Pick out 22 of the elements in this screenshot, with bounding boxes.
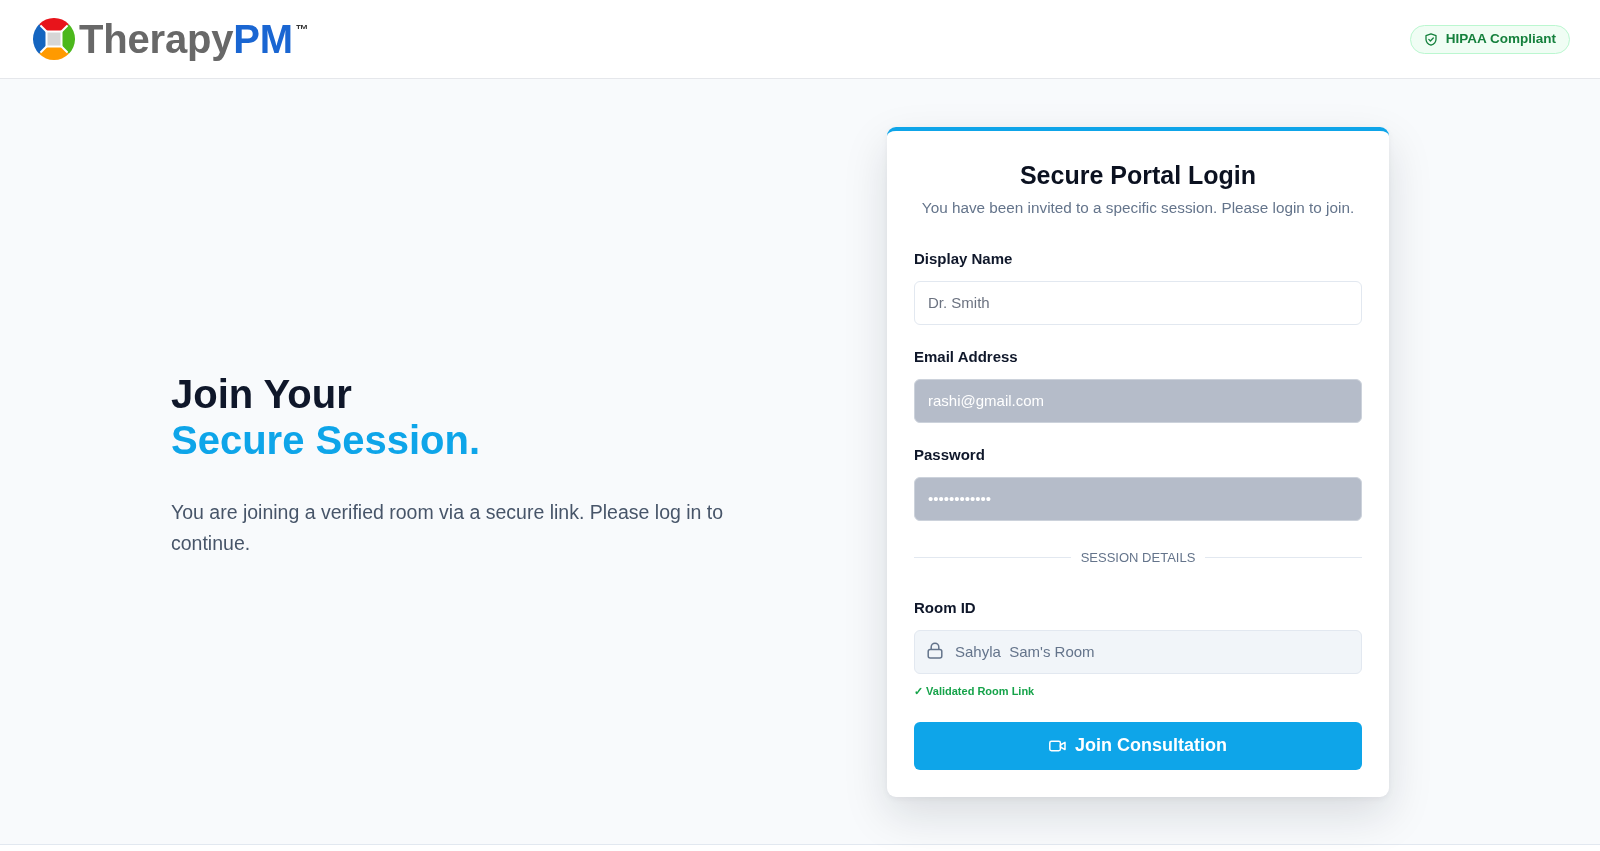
hero-heading-accent: Secure Session.	[171, 417, 481, 463]
logo-wordmark: TherapyPM$^{™}$	[79, 19, 309, 59]
input-field[interactable]: ••••••••••••	[914, 476, 1362, 521]
join-button[interactable]: Join Consultation	[914, 721, 1362, 770]
video-camera-icon	[1049, 739, 1066, 752]
shield-check-icon	[1424, 32, 1437, 46]
validation-message: ✓ Validated Room Link	[914, 683, 1035, 698]
field-label: Room ID	[914, 597, 977, 618]
hero-heading: Join Your	[171, 371, 352, 417]
compliance-label: HIPAA Compliant	[1445, 29, 1556, 48]
field-label: Password	[914, 444, 986, 465]
hero-description: You are joining a verified room via a secure link. Please log in to continue.	[171, 500, 725, 556]
input-field[interactable]: Dr. Smith	[914, 280, 1362, 325]
logo-icon	[33, 18, 75, 60]
input-field[interactable]: rashi@gmail.com	[914, 378, 1362, 423]
section-heading: SESSION DETAILS	[1080, 548, 1196, 567]
field-label: Display Name	[914, 248, 1014, 269]
field-label: Email Address	[914, 346, 1019, 367]
card-subtitle: You have been invited to a specific session. Please login to join.	[920, 197, 1356, 218]
card-title: Secure Portal Login	[1018, 159, 1258, 190]
lock-icon	[927, 641, 943, 659]
room-field[interactable]: Sahyla Sam's Room	[914, 629, 1362, 674]
